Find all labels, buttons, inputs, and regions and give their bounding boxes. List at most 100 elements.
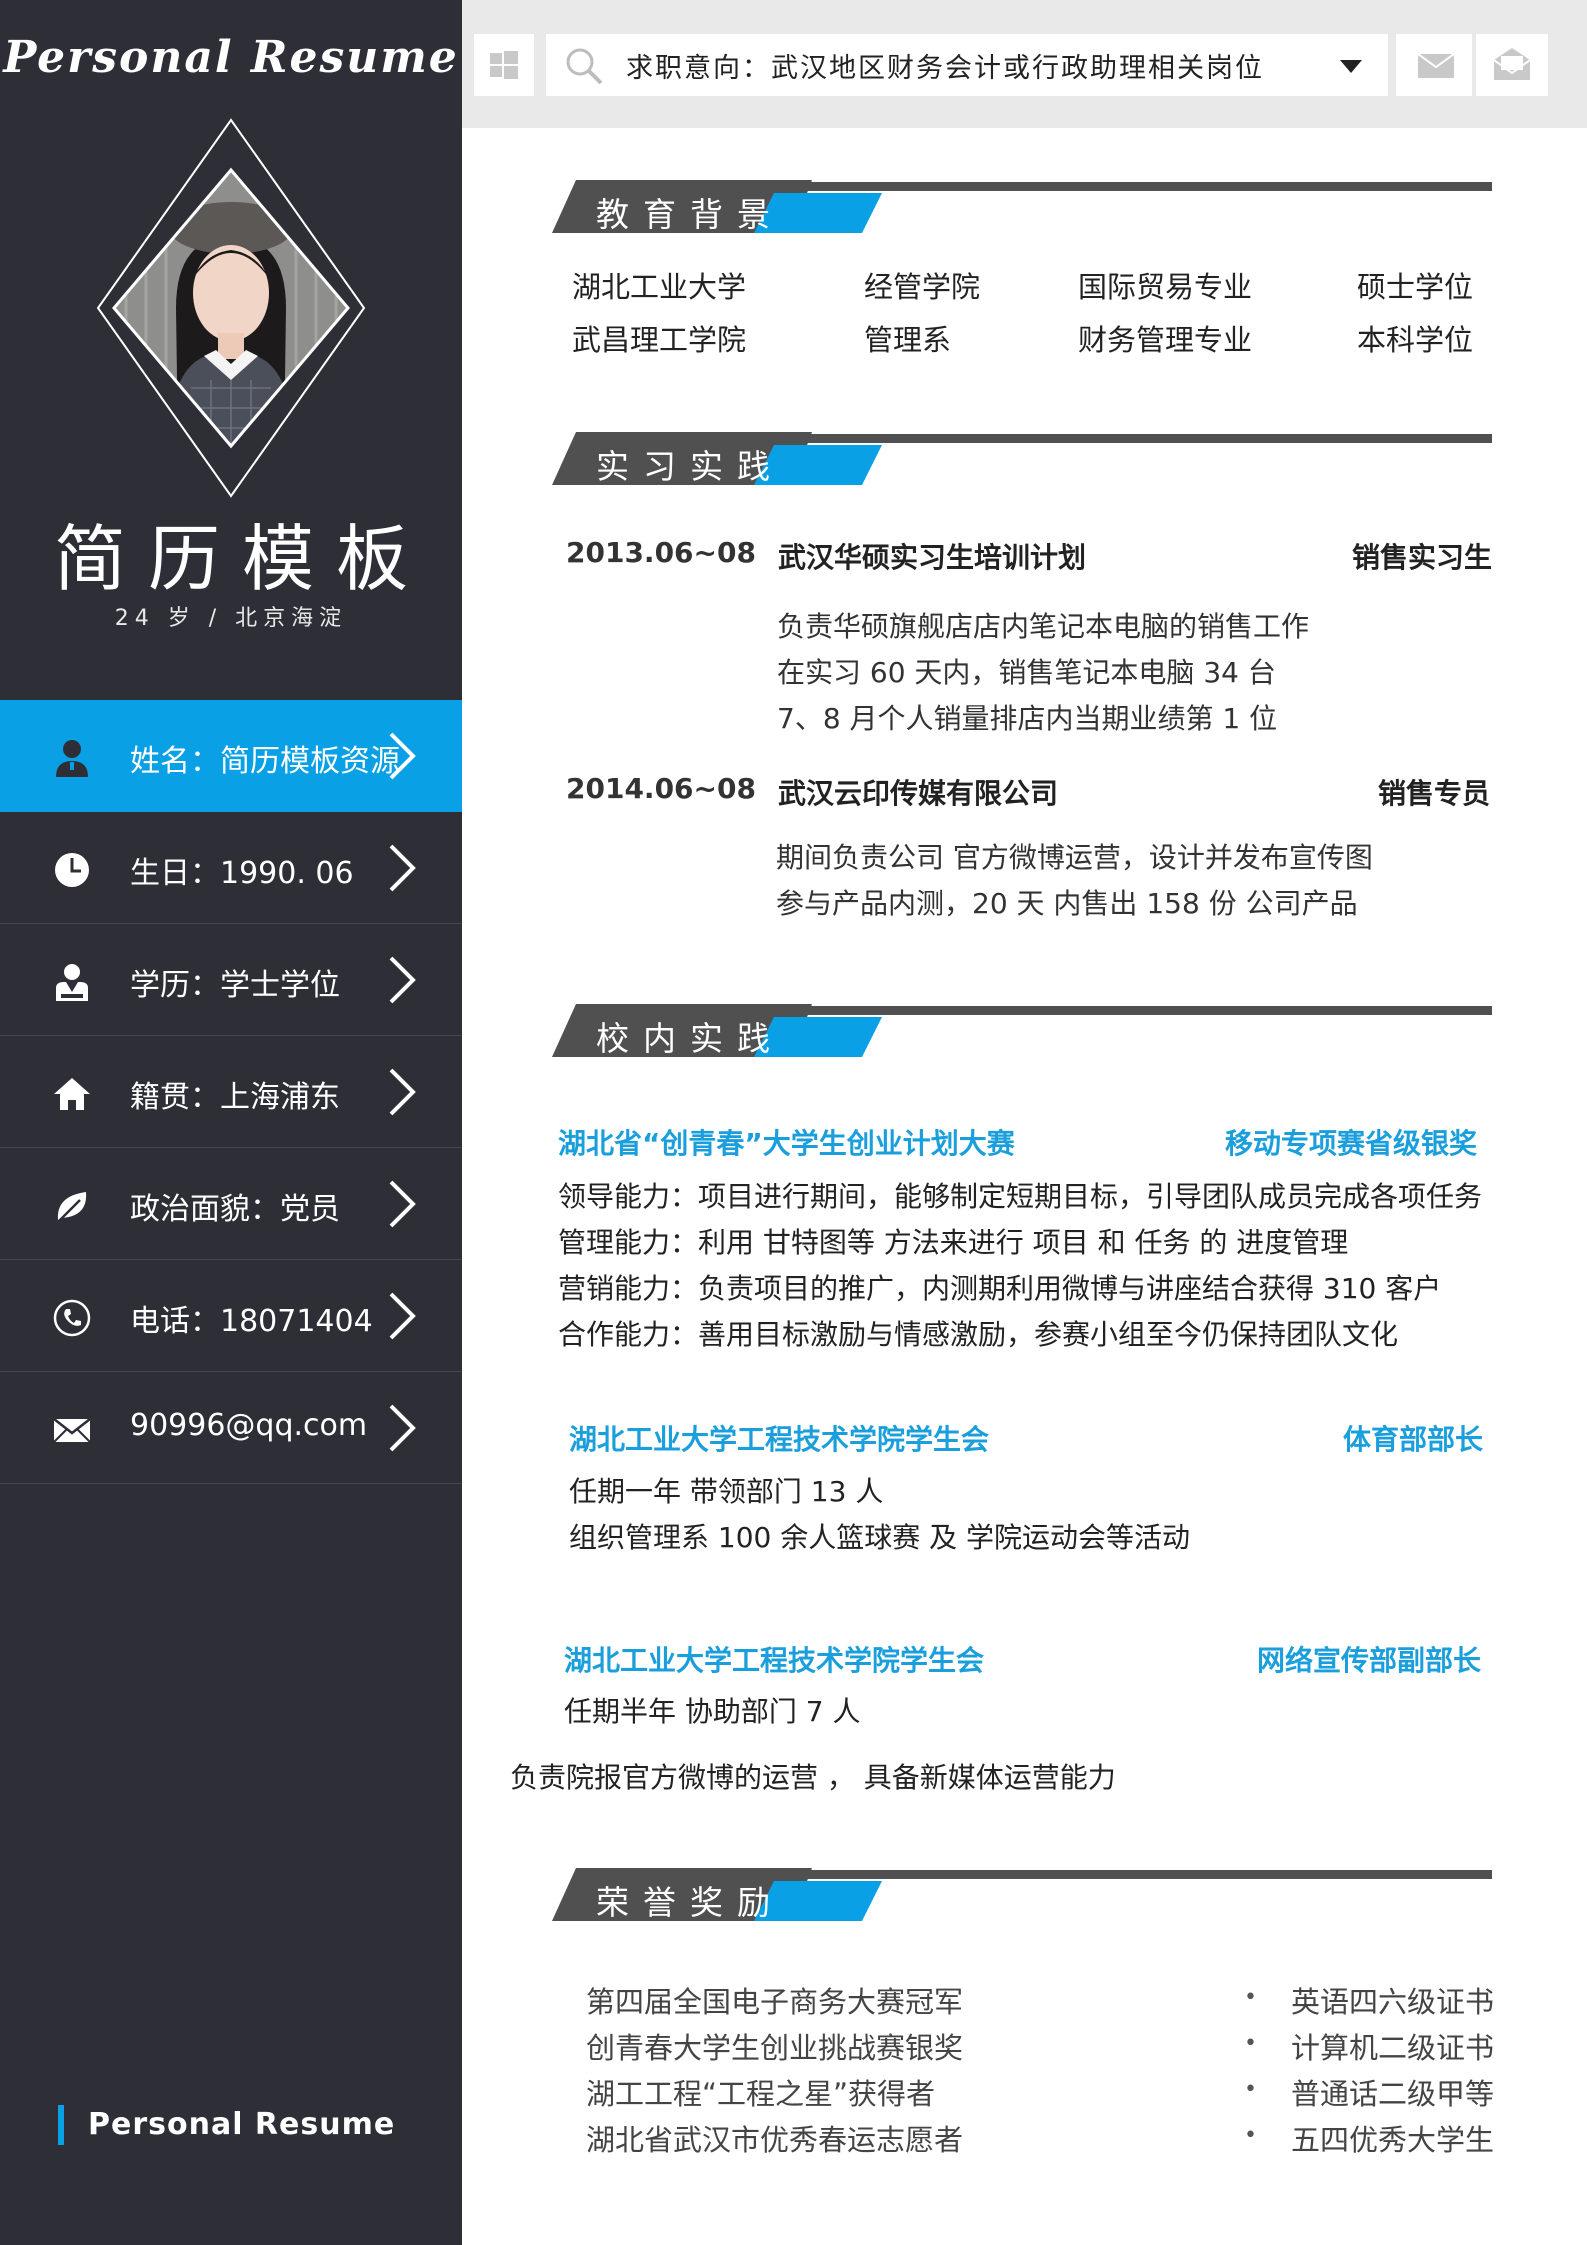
campus-line: 营销能力：负责项目的推广，内测期利用微博与讲座结合获得 310 客户 [558, 1272, 1442, 1305]
chevron-right-icon [385, 1066, 419, 1118]
college: 经管学院 [864, 270, 981, 304]
certificate-item: 普通话二级甲等 [1291, 2077, 1495, 2111]
certificate-item: 计算机二级证书 [1291, 2031, 1495, 2065]
section-education-header: 教育背景 [552, 180, 1492, 236]
sidebar: Personal Resume 简历模板 24 岁 / 北京海淀 姓名：简历模板… [0, 0, 462, 2245]
section-campus-header: 校内实践 [552, 1004, 1492, 1060]
info-label: 姓名：简历模板资源 [130, 744, 400, 779]
info-label: 电话：18071404 [130, 1304, 373, 1339]
windows-button[interactable] [474, 34, 534, 96]
entry-role: 销售实习生 [1352, 541, 1493, 574]
major: 财务管理专业 [1078, 323, 1253, 357]
campus-line: 领导能力：项目进行期间，能够制定短期目标，引导团队成员完成各项任务 [558, 1180, 1483, 1213]
degree: 本科学位 [1357, 323, 1474, 357]
footer-text: Personal Resume [88, 2107, 396, 2142]
honor-item: 创青春大学生创业挑战赛银奖 [586, 2031, 964, 2065]
section-title: 教育背景 [596, 195, 784, 234]
campus-line: 任期一年 带领部门 13 人 [569, 1475, 884, 1508]
job-intention-text: 求职意向：武汉地区财务会计或行政助理相关岗位 [626, 53, 1264, 84]
college: 管理系 [864, 323, 952, 357]
graduate-icon [52, 962, 92, 1002]
chevron-right-icon [385, 1402, 419, 1454]
entry-organization: 武汉云印传媒有限公司 [778, 777, 1059, 810]
info-label: 政治面貌：党员 [130, 1192, 340, 1227]
campus-organization: 湖北省“创青春”大学生创业计划大赛 [558, 1127, 1015, 1160]
dropdown-arrow-icon[interactable] [1340, 60, 1362, 74]
section-honors-header: 荣誉奖励 [552, 1868, 1492, 1924]
envelope-icon [1418, 54, 1454, 78]
home-icon [52, 1074, 92, 1114]
entry-line: 在实习 60 天内，销售笔记本电脑 34 台 [777, 656, 1276, 689]
info-row-hometown[interactable]: 籍贯：上海浦东 [0, 1036, 462, 1148]
info-row-birthday[interactable]: 生日：1990. 06 [0, 812, 462, 924]
info-row-name[interactable]: 姓名：简历模板资源 [0, 700, 462, 812]
honor-item: 第四届全国电子商务大赛冠军 [586, 1985, 964, 2019]
info-label: 生日：1990. 06 [130, 856, 354, 891]
entry-organization: 武汉华硕实习生培训计划 [778, 541, 1087, 574]
campus-line: 管理能力：利用 甘特图等 方法来进行 项目 和 任务 的 进度管理 [558, 1226, 1349, 1259]
entry-date: 2014.06~08 [566, 772, 756, 805]
campus-award: 移动专项赛省级银奖 [1225, 1127, 1478, 1160]
campus-line: 合作能力：善用目标激励与情感激励，参赛小组至今仍保持团队文化 [558, 1318, 1399, 1351]
entry-date: 2013.06~08 [566, 536, 756, 569]
info-label: 学历：学士学位 [130, 968, 340, 1003]
info-list: 姓名：简历模板资源 生日：1990. 06 学历：学士学位 籍贯：上海浦东 政治… [0, 700, 462, 1484]
section-internship-header: 实习实践 [552, 432, 1492, 488]
certificate-item: 英语四六级证书 [1291, 1985, 1495, 2019]
top-bar: 求职意向：武汉地区财务会计或行政助理相关岗位 [462, 0, 1587, 128]
section-title: 实习实践 [596, 447, 784, 486]
age-location: 24 岁 / 北京海淀 [114, 606, 348, 631]
info-row-phone[interactable]: 电话：18071404 [0, 1260, 462, 1372]
phone-icon [52, 1298, 92, 1338]
bullet: • [1244, 2123, 1257, 2148]
windows-icon [490, 51, 518, 79]
school: 武昌理工学院 [572, 323, 747, 357]
entry-role: 销售专员 [1378, 777, 1491, 810]
campus-organization: 湖北工业大学工程技术学院学生会 [569, 1423, 990, 1456]
accent-bar [58, 2105, 64, 2145]
script-title: Personal Resume [3, 32, 459, 83]
search-icon [566, 48, 603, 85]
bullet: • [1244, 2031, 1257, 2056]
user-icon [52, 738, 92, 778]
mail-icon [52, 1410, 92, 1450]
info-row-email[interactable]: 90996@qq.com [0, 1372, 462, 1484]
leaf-icon [52, 1186, 92, 1226]
mail-button[interactable] [1396, 34, 1472, 96]
campus-role: 网络宣传部副部长 [1257, 1644, 1482, 1677]
school: 湖北工业大学 [572, 270, 747, 304]
entry-line: 7、8 月个人销量排店内当期业绩第 1 位 [777, 702, 1278, 735]
campus-organization: 湖北工业大学工程技术学院学生会 [564, 1644, 985, 1677]
honor-item: 湖工工程“工程之星”获得者 [586, 2077, 936, 2111]
major: 国际贸易专业 [1078, 270, 1253, 304]
entry-line: 负责华硕旗舰店店内笔记本电脑的销售工作 [777, 610, 1310, 643]
chevron-right-icon [385, 954, 419, 1006]
bullet: • [1244, 2077, 1257, 2102]
info-row-education[interactable]: 学历：学士学位 [0, 924, 462, 1036]
info-label: 90996@qq.com [130, 1408, 368, 1443]
chevron-right-icon [385, 1290, 419, 1342]
chevron-right-icon [385, 1178, 419, 1230]
certificate-item: 五四优秀大学生 [1291, 2123, 1495, 2157]
degree: 硕士学位 [1357, 270, 1474, 304]
campus-line: 组织管理系 100 余人篮球赛 及 学院运动会等活动 [569, 1521, 1191, 1554]
entry-line: 期间负责公司 官方微博运营，设计并发布宣传图 [776, 841, 1373, 874]
chevron-right-icon [385, 842, 419, 894]
info-row-politics[interactable]: 政治面貌：党员 [0, 1148, 462, 1260]
section-title: 校内实践 [596, 1019, 784, 1058]
campus-line: 负责院报官方微博的运营 ， 具备新媒体运营能力 [510, 1761, 1116, 1794]
info-label: 籍贯：上海浦东 [130, 1080, 340, 1115]
bullet: • [1244, 1985, 1257, 2010]
campus-role: 体育部部长 [1343, 1423, 1484, 1456]
chevron-right-icon [385, 730, 419, 782]
job-intention-search[interactable]: 求职意向：武汉地区财务会计或行政助理相关岗位 [546, 34, 1388, 96]
open-envelope-icon [1494, 48, 1530, 80]
section-title: 荣誉奖励 [596, 1883, 784, 1922]
entry-line: 参与产品内测，20 天 内售出 158 份 公司产品 [776, 887, 1358, 920]
honor-item: 湖北省武汉市优秀春运志愿者 [586, 2123, 964, 2157]
campus-line: 任期半年 协助部门 7 人 [564, 1695, 861, 1728]
resume-name: 简历模板 [53, 517, 430, 601]
clock-icon [52, 850, 92, 890]
profile-photo [96, 118, 366, 498]
open-mail-button[interactable] [1476, 34, 1548, 96]
